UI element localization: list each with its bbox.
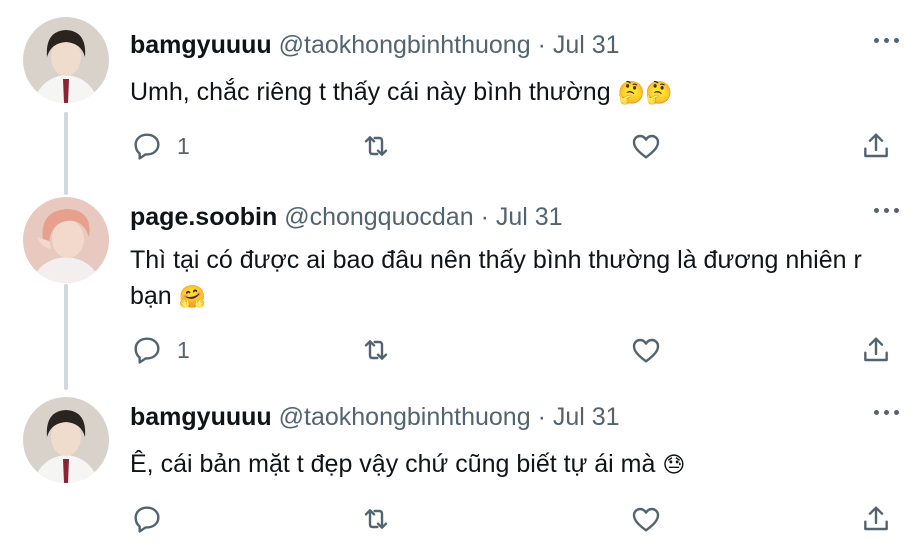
like-button[interactable]	[630, 332, 662, 368]
like-button[interactable]	[630, 128, 662, 164]
reply-button[interactable]	[131, 501, 177, 537]
reply-count: 1	[177, 336, 190, 363]
hugging-face-emoji: 🤗	[178, 285, 207, 310]
sweat-face-emoji: 😓	[662, 453, 686, 478]
retweet-icon	[364, 136, 388, 156]
reply-count: 1	[177, 132, 190, 159]
retweet-button[interactable]	[360, 501, 392, 537]
heart-icon	[632, 134, 660, 159]
like-button[interactable]	[630, 501, 662, 537]
more-icon[interactable]	[866, 30, 906, 50]
tweet-text: Thì tại có được ai bao đâu nên thấy bình…	[130, 242, 910, 316]
tweet-text-line: Thì tại có được ai bao đâu nên thấy bình…	[130, 246, 862, 274]
display-name[interactable]: page.soobin	[130, 203, 277, 231]
more-icon[interactable]	[866, 200, 906, 220]
avatar[interactable]	[23, 17, 109, 103]
tweet-text: Umh, chắc riêng t thấy cái này bình thườ…	[130, 74, 910, 112]
retweet-icon	[364, 509, 388, 529]
reply-button[interactable]: 1	[131, 128, 190, 164]
share-icon	[864, 133, 888, 158]
share-button[interactable]	[860, 501, 892, 537]
tweet-date[interactable]: Jul 31	[553, 31, 620, 59]
reply-icon	[134, 506, 160, 533]
reply-icon	[134, 337, 160, 364]
thinking-face-emoji: 🤔🤔	[617, 81, 673, 106]
tweet-text: Ê, cái bản mặt t đẹp vậy chứ cũng biết t…	[130, 446, 910, 484]
reply-icon	[134, 133, 160, 160]
avatar[interactable]	[23, 397, 109, 483]
display-name[interactable]: bamgyuuuu	[130, 31, 272, 59]
avatar[interactable]	[23, 197, 109, 283]
user-handle[interactable]: @chongquocdan	[284, 203, 473, 231]
separator-dot: ·	[537, 403, 546, 431]
tweet-text-line: Umh, chắc riêng t thấy cái này bình thườ…	[130, 78, 611, 106]
tweet-header: bamgyuuuu @taokhongbinhthuong · Jul 31	[130, 30, 620, 60]
tweet-header: page.soobin @chongquocdan · Jul 31	[130, 202, 563, 232]
tweet[interactable]: page.soobin @chongquocdan · Jul 31 Thì t…	[0, 180, 923, 390]
tweet-text-line: Ê, cái bản mặt t đẹp vậy chứ cũng biết t…	[130, 450, 656, 478]
action-bar: 1	[0, 332, 923, 368]
share-button[interactable]	[860, 332, 892, 368]
more-icon[interactable]	[866, 402, 906, 422]
retweet-icon	[364, 340, 388, 360]
tweet-date[interactable]: Jul 31	[553, 403, 620, 431]
heart-icon	[632, 507, 660, 532]
separator-dot: ·	[537, 31, 546, 59]
retweet-button[interactable]	[360, 332, 392, 368]
display-name[interactable]: bamgyuuuu	[130, 403, 272, 431]
tweet[interactable]: bamgyuuuu @taokhongbinhthuong · Jul 31 U…	[0, 0, 923, 195]
separator-dot: ·	[480, 203, 489, 231]
retweet-button[interactable]	[360, 128, 392, 164]
tweet-date[interactable]: Jul 31	[496, 203, 563, 231]
action-bar	[0, 501, 923, 537]
tweet-header: bamgyuuuu @taokhongbinhthuong · Jul 31	[130, 402, 620, 432]
action-bar: 1	[0, 128, 923, 164]
user-handle[interactable]: @taokhongbinhthuong	[279, 403, 531, 431]
heart-icon	[632, 338, 660, 363]
share-icon	[864, 506, 888, 531]
tweet-text-line: bạn	[130, 282, 172, 310]
tweet[interactable]: bamgyuuuu @taokhongbinhthuong · Jul 31 Ê…	[0, 380, 923, 557]
reply-button[interactable]: 1	[131, 332, 190, 368]
user-handle[interactable]: @taokhongbinhthuong	[279, 31, 531, 59]
share-icon	[864, 337, 888, 362]
share-button[interactable]	[860, 128, 892, 164]
